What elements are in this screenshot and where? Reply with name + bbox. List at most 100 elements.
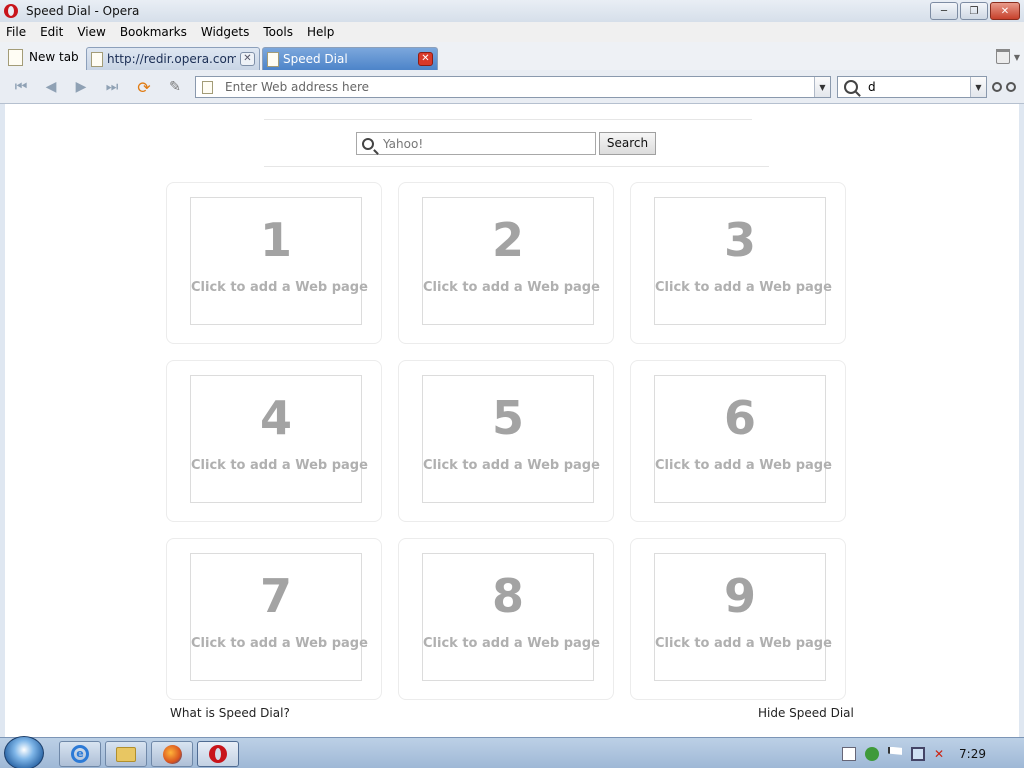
tab-label: Speed Dial <box>283 52 348 66</box>
volume-muted-icon[interactable]: ✕ <box>934 747 948 761</box>
search-engine-dropdown-icon[interactable]: ▼ <box>970 77 986 97</box>
dial-number: 4 <box>259 391 292 445</box>
search-placeholder: Yahoo! <box>383 136 424 151</box>
speed-dial-slot-5[interactable]: 5 Click to add a Web page <box>398 360 614 522</box>
document-icon[interactable] <box>842 746 856 761</box>
taskbar-internet-explorer[interactable]: e <box>59 741 101 767</box>
new-tab-label: New tab <box>29 50 79 64</box>
tab-speed-dial[interactable]: Speed Dial ✕ <box>262 47 438 70</box>
speed-dial-slot-2[interactable]: 2 Click to add a Web page <box>398 182 614 344</box>
speed-dial-thumbnail[interactable]: 9 Click to add a Web page <box>654 553 832 681</box>
window-controls: ─ ❐ ✕ <box>930 2 1020 20</box>
restore-button[interactable]: ❐ <box>960 2 988 20</box>
address-placeholder: Enter Web address here <box>225 80 369 94</box>
menu-edit[interactable]: Edit <box>33 25 70 39</box>
taskbar-firefox[interactable] <box>151 741 193 767</box>
clock[interactable]: 7:29 <box>959 747 986 761</box>
speed-dial-slot-3[interactable]: 3 Click to add a Web page <box>630 182 846 344</box>
edit-icon[interactable]: ✎ <box>164 78 186 96</box>
menu-widgets[interactable]: Widgets <box>194 25 257 39</box>
dial-label: Click to add a Web page <box>655 636 832 651</box>
folder-icon <box>116 746 136 762</box>
close-window-button[interactable]: ✕ <box>990 2 1020 20</box>
speed-dial-page: Yahoo! Search 1 Click to add a Web page … <box>5 104 1019 737</box>
speed-dial-thumbnail[interactable]: 3 Click to add a Web page <box>654 197 832 325</box>
search-icon <box>844 80 858 94</box>
yahoo-search-input[interactable]: Yahoo! <box>356 132 596 155</box>
dial-label: Click to add a Web page <box>423 458 600 473</box>
search-input-text: d <box>868 80 876 94</box>
what-is-speed-dial-link[interactable]: What is Speed Dial? <box>170 706 290 720</box>
menu-view[interactable]: View <box>70 25 112 39</box>
title-bar: Speed Dial - Opera ─ ❐ ✕ <box>0 0 1024 22</box>
navigation-bar: ⏮ ◀ ▶ ⏭ ⟳ ✎ Enter Web address here ▼ d ▼ <box>0 70 1024 104</box>
dial-number: 1 <box>259 213 292 267</box>
firefox-icon <box>162 744 182 764</box>
opera-logo-icon <box>4 4 18 18</box>
taskbar-opera[interactable] <box>197 741 239 767</box>
window-title: Speed Dial - Opera <box>26 4 140 18</box>
speed-dial-thumbnail[interactable]: 6 Click to add a Web page <box>654 375 832 503</box>
menu-help[interactable]: Help <box>300 25 341 39</box>
dial-label: Click to add a Web page <box>191 280 368 295</box>
address-bar[interactable]: Enter Web address here ▼ <box>195 76 831 98</box>
speed-dial-thumbnail[interactable]: 8 Click to add a Web page <box>422 553 600 681</box>
address-dropdown-icon[interactable]: ▼ <box>814 77 830 97</box>
speed-dial-thumbnail[interactable]: 5 Click to add a Web page <box>422 375 600 503</box>
speed-dial-slot-4[interactable]: 4 Click to add a Web page <box>166 360 382 522</box>
search-icon <box>362 137 374 150</box>
hide-speed-dial-link[interactable]: Hide Speed Dial <box>758 706 854 720</box>
speed-dial-thumbnail[interactable]: 1 Click to add a Web page <box>190 197 368 325</box>
tab-bar: New tab http://redir.opera.com... ✕ Spee… <box>0 42 1024 70</box>
speed-dial-thumbnail[interactable]: 7 Click to add a Web page <box>190 553 368 681</box>
divider <box>264 119 752 120</box>
dial-label: Click to add a Web page <box>191 458 368 473</box>
taskbar-file-explorer[interactable] <box>105 741 147 767</box>
dial-number: 7 <box>259 569 292 623</box>
dial-number: 2 <box>491 213 524 267</box>
page-icon <box>267 51 279 67</box>
minimize-button[interactable]: ─ <box>930 2 958 20</box>
internet-explorer-icon: e <box>71 745 89 763</box>
new-tab-icon <box>8 48 23 66</box>
dial-label: Click to add a Web page <box>655 280 832 295</box>
speed-dial-slot-6[interactable]: 6 Click to add a Web page <box>630 360 846 522</box>
fast-forward-icon[interactable]: ⏭ <box>101 78 123 96</box>
search-field[interactable]: d ▼ <box>837 76 987 98</box>
back-icon[interactable]: ◀ <box>40 78 62 96</box>
dial-label: Click to add a Web page <box>191 636 368 651</box>
flag-icon[interactable] <box>888 746 902 755</box>
reload-icon[interactable]: ⟳ <box>133 78 155 97</box>
dial-number: 9 <box>723 569 756 623</box>
speed-dial-slot-7[interactable]: 7 Click to add a Web page <box>166 538 382 700</box>
glasses-icon[interactable] <box>992 82 1018 94</box>
tab-label: http://redir.opera.com... <box>107 52 236 66</box>
network-icon[interactable] <box>911 746 925 761</box>
trash-dropdown-icon[interactable]: ▼ <box>1014 53 1020 62</box>
speed-dial-slot-9[interactable]: 9 Click to add a Web page <box>630 538 846 700</box>
system-tray: ✕ <box>820 738 1024 768</box>
forward-icon[interactable]: ▶ <box>70 78 92 96</box>
divider <box>264 166 769 167</box>
menu-tools[interactable]: Tools <box>256 25 300 39</box>
speed-dial-slot-8[interactable]: 8 Click to add a Web page <box>398 538 614 700</box>
dial-number: 8 <box>491 569 524 623</box>
new-tab-button[interactable]: New tab <box>8 46 79 68</box>
speed-dial-thumbnail[interactable]: 4 Click to add a Web page <box>190 375 368 503</box>
close-tab-icon[interactable]: ✕ <box>240 52 255 66</box>
trash-icon[interactable] <box>996 49 1010 64</box>
tab-redir[interactable]: http://redir.opera.com... ✕ <box>86 47 260 70</box>
speed-dial-thumbnail[interactable]: 2 Click to add a Web page <box>422 197 600 325</box>
menu-file[interactable]: File <box>0 25 33 39</box>
close-tab-icon[interactable]: ✕ <box>418 52 433 66</box>
start-button[interactable] <box>4 736 44 768</box>
dial-number: 5 <box>491 391 524 445</box>
search-button[interactable]: Search <box>599 132 656 155</box>
rewind-icon[interactable]: ⏮ <box>10 78 32 96</box>
menu-bookmarks[interactable]: Bookmarks <box>113 25 194 39</box>
security-icon[interactable] <box>865 746 879 761</box>
dial-label: Click to add a Web page <box>655 458 832 473</box>
page-icon <box>91 51 103 67</box>
speed-dial-slot-1[interactable]: 1 Click to add a Web page <box>166 182 382 344</box>
dial-label: Click to add a Web page <box>423 280 600 295</box>
